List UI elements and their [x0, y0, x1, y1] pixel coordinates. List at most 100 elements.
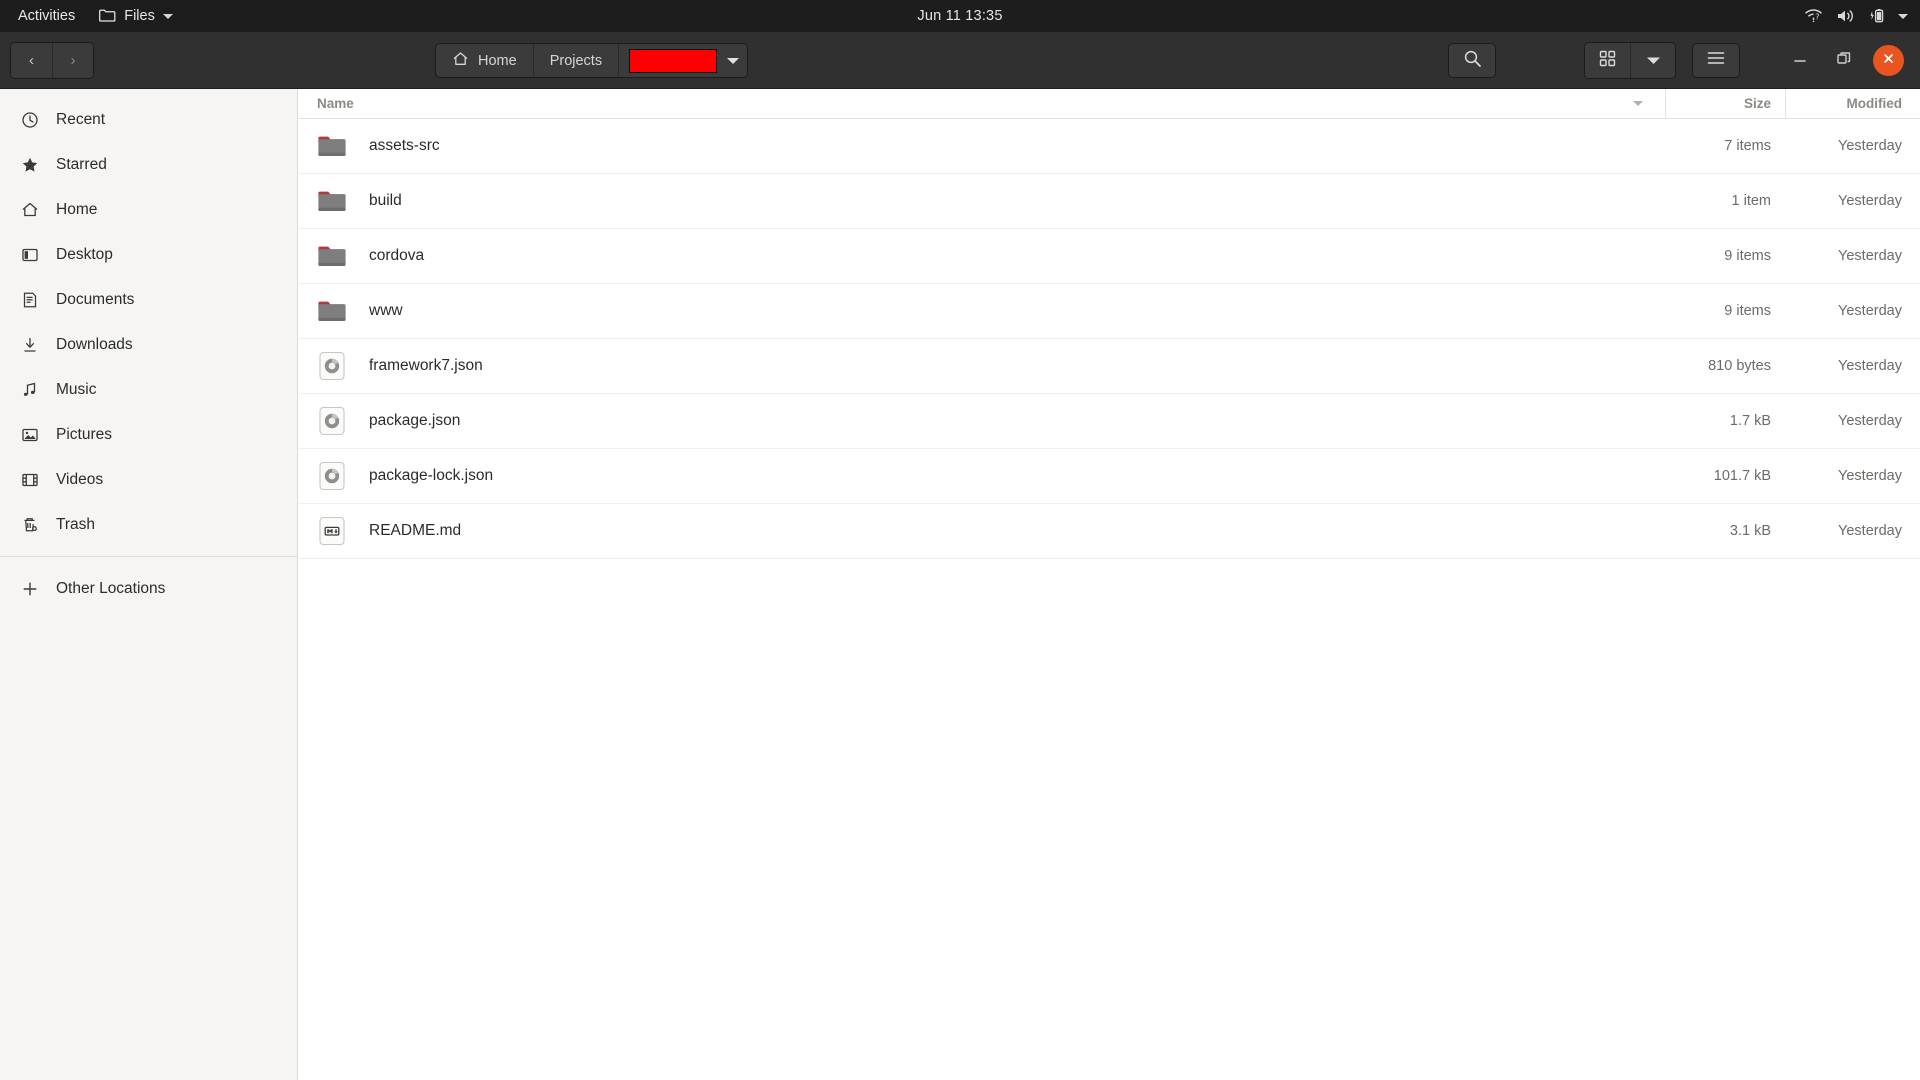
file-list-view: Name Size Modified assets-src 7 items Yest… — [299, 88, 1920, 1080]
search-icon — [1463, 49, 1482, 73]
sidebar-item-home[interactable]: Home — [0, 187, 297, 232]
grid-view-button[interactable] — [1585, 43, 1630, 78]
breadcrumb-item-current[interactable] — [619, 44, 748, 77]
sidebar-item-starred[interactable]: Starred — [0, 142, 297, 187]
file-name-label: www — [369, 302, 403, 319]
maximize-icon — [1835, 50, 1853, 71]
sidebar-item-downloads[interactable]: Downloads — [0, 322, 297, 367]
sidebar: Recent Starred Home Desktop Documents Do… — [0, 89, 298, 1080]
breadcrumb-item-projects[interactable]: Projects — [533, 44, 620, 77]
column-header-modified[interactable]: Modified — [1785, 88, 1920, 119]
chevron-down-icon — [162, 13, 173, 19]
file-size-cell: 1.7 kB — [1729, 413, 1771, 429]
table-row[interactable]: package-lock.json 101.7 kB Yesterday — [299, 449, 1920, 504]
sidebar-label: Other Locations — [56, 579, 166, 597]
file-modified-cell: Yesterday — [1838, 523, 1902, 539]
system-tray[interactable]: ? — [1804, 0, 1908, 32]
sidebar-divider — [0, 556, 297, 557]
wifi-offline-icon: ? — [1804, 8, 1823, 24]
chevron-left-icon: ‹ — [29, 51, 34, 69]
home-icon — [20, 201, 40, 219]
file-name-label: cordova — [369, 247, 425, 264]
sidebar-item-videos[interactable]: Videos — [0, 457, 297, 502]
file-name-label: README.md — [369, 522, 462, 539]
file-name-cell: assets-src — [299, 131, 1665, 161]
folder-icon — [317, 241, 347, 271]
file-name-label: package.json — [369, 412, 461, 429]
sidebar-item-recent[interactable]: Recent — [0, 97, 297, 142]
main-menu-button[interactable] — [1692, 43, 1740, 78]
json-file-icon — [317, 406, 347, 436]
table-row[interactable]: build 1 item Yesterday — [299, 174, 1920, 229]
file-name-cell: package-lock.json — [299, 461, 1665, 491]
forward-button[interactable]: › — [52, 42, 93, 78]
folder-icon — [317, 131, 347, 161]
breadcrumb: Home Projects — [435, 43, 749, 78]
table-row[interactable]: www 9 items Yesterday — [299, 284, 1920, 339]
trash-icon — [20, 516, 40, 534]
chevron-down-icon — [1646, 52, 1661, 70]
header-right-controls — [1584, 32, 1910, 89]
column-header-name[interactable]: Name — [299, 89, 1633, 119]
maximize-button[interactable] — [1822, 39, 1866, 83]
activities-button[interactable]: Activities — [0, 0, 89, 32]
file-name-label: framework7.json — [369, 357, 483, 374]
view-options-button[interactable] — [1630, 43, 1675, 78]
file-size-cell: 7 items — [1724, 138, 1771, 154]
json-file-icon — [317, 351, 347, 381]
folder-icon — [317, 296, 347, 326]
column-header-name-label: Name — [317, 96, 354, 111]
sidebar-label: Trash — [56, 515, 96, 533]
file-size-cell: 3.1 kB — [1729, 523, 1771, 539]
sidebar-places-list: Recent Starred Home Desktop Documents Do… — [0, 97, 297, 611]
sidebar-label: Downloads — [56, 335, 133, 353]
navigation-buttons: ‹ › — [10, 41, 94, 79]
grid-view-icon — [1598, 49, 1617, 73]
gnome-top-bar: Activities Files Jun 11 13:35 ? — [0, 0, 1920, 32]
home-icon — [452, 51, 469, 71]
file-size-cell: 810 bytes — [1708, 358, 1771, 374]
minimize-button[interactable] — [1778, 39, 1822, 83]
breadcrumb-item-home[interactable]: Home — [436, 44, 534, 77]
sort-descending-icon[interactable] — [1633, 101, 1643, 106]
desktop-icon — [20, 246, 40, 264]
column-headers: Name Size Modified — [299, 88, 1920, 119]
document-icon — [20, 291, 40, 309]
star-icon — [20, 156, 40, 174]
sidebar-item-music[interactable]: Music — [0, 367, 297, 412]
close-icon — [1881, 51, 1896, 71]
app-menu-label: Files — [124, 8, 155, 24]
files-app-icon — [99, 7, 116, 26]
table-row[interactable]: assets-src 7 items Yesterday — [299, 119, 1920, 174]
file-name-cell: build — [299, 186, 1665, 216]
sidebar-item-pictures[interactable]: Pictures — [0, 412, 297, 457]
chevron-down-icon[interactable] — [1898, 13, 1908, 19]
view-mode-group — [1584, 42, 1676, 79]
sidebar-item-desktop[interactable]: Desktop — [0, 232, 297, 277]
column-header-size[interactable]: Size — [1665, 88, 1785, 119]
table-row[interactable]: README.md 3.1 kB Yesterday — [299, 504, 1920, 559]
chevron-down-icon[interactable] — [727, 57, 740, 64]
app-menu-button[interactable]: Files — [89, 0, 183, 32]
sidebar-label: Music — [56, 380, 97, 398]
file-modified-cell: Yesterday — [1838, 303, 1902, 319]
table-row[interactable]: framework7.json 810 bytes Yesterday — [299, 339, 1920, 394]
battery-charging-icon — [1869, 8, 1885, 24]
sidebar-label: Starred — [56, 155, 107, 173]
sidebar-item-documents[interactable]: Documents — [0, 277, 297, 322]
sidebar-item-other-locations[interactable]: Other Locations — [0, 566, 297, 611]
close-button[interactable] — [1866, 39, 1910, 83]
file-name-label: package-lock.json — [369, 467, 494, 484]
table-row[interactable]: cordova 9 items Yesterday — [299, 229, 1920, 284]
file-size-cell: 9 items — [1724, 303, 1771, 319]
back-button[interactable]: ‹ — [11, 42, 52, 78]
file-name-cell: framework7.json — [299, 351, 1665, 381]
search-button[interactable] — [1448, 43, 1496, 78]
table-row[interactable]: package.json 1.7 kB Yesterday — [299, 394, 1920, 449]
sidebar-item-trash[interactable]: Trash — [0, 502, 297, 547]
chevron-right-icon: › — [70, 51, 76, 69]
window-header-bar: ‹ › Home Projects — [0, 32, 1920, 89]
column-header-modified-label: Modified — [1846, 96, 1903, 111]
clock[interactable]: Jun 11 13:35 — [0, 0, 1920, 32]
clock-label: Jun 11 13:35 — [917, 8, 1003, 24]
